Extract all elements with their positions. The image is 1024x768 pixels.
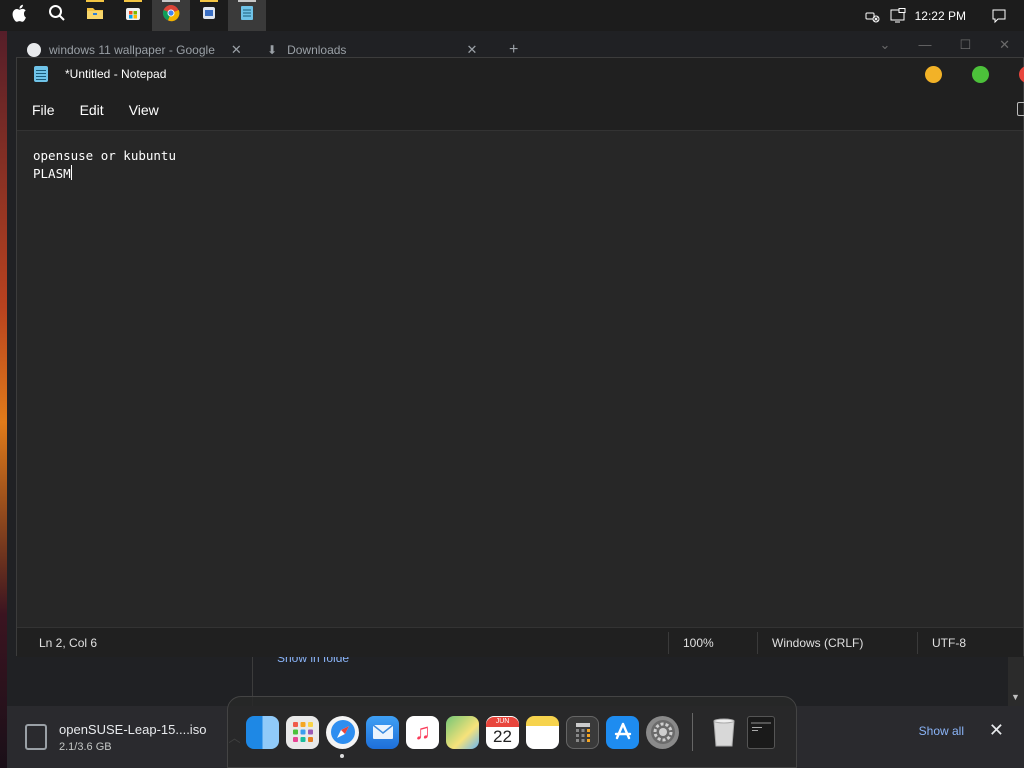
finder-icon[interactable] <box>246 715 279 749</box>
app-store-icon[interactable] <box>606 715 639 749</box>
maps-icon[interactable] <box>446 715 479 749</box>
search-button[interactable] <box>38 0 76 31</box>
menu-view[interactable]: View <box>129 102 159 118</box>
divider <box>668 632 669 654</box>
text-editor[interactable]: opensuse or kubuntu PLASM <box>17 130 1023 627</box>
title-bar[interactable]: *Untitled - Notepad <box>17 58 1024 90</box>
google-icon <box>27 43 41 57</box>
system-tray: 12:22 PM <box>855 0 1024 31</box>
zoom-level[interactable]: 100% <box>683 636 714 650</box>
settings-icon[interactable] <box>1017 102 1024 116</box>
close-tab-icon[interactable]: ✕ <box>466 42 477 58</box>
launchpad-icon[interactable] <box>286 715 319 749</box>
safari-icon[interactable] <box>326 715 359 758</box>
search-icon <box>48 4 66 27</box>
show-all-link[interactable]: Show all <box>919 724 964 738</box>
network-icon[interactable] <box>863 7 881 25</box>
window-title: *Untitled - Notepad <box>65 67 167 81</box>
status-bar: Ln 2, Col 6 100% Windows (CRLF) UTF-8 <box>17 627 1023 657</box>
calendar-icon[interactable]: JUN 22 <box>486 715 519 749</box>
text-line: opensuse or kubuntu <box>33 148 176 163</box>
close-icon[interactable]: ✕ <box>989 720 1004 741</box>
file-explorer-button[interactable] <box>76 0 114 31</box>
system-preferences-icon[interactable] <box>646 715 679 749</box>
notepad-icon <box>240 5 254 26</box>
running-indicator <box>200 0 218 2</box>
close-icon[interactable]: ✕ <box>999 37 1010 53</box>
monitor-icon[interactable] <box>889 7 907 25</box>
minimize-button[interactable] <box>925 66 942 83</box>
running-indicator <box>86 0 104 2</box>
notepad-icon <box>34 66 48 82</box>
text-caret <box>70 165 72 180</box>
chevron-down-icon[interactable]: ⌄ <box>880 37 891 53</box>
apple-icon <box>11 4 27 27</box>
download-icon: ⬇ <box>267 43 278 57</box>
app-icon <box>201 5 217 26</box>
line-ending[interactable]: Windows (CRLF) <box>772 636 863 650</box>
notepad-window-thumbnail[interactable] <box>747 715 775 749</box>
chrome-button[interactable] <box>152 0 190 31</box>
apple-menu-button[interactable] <box>0 0 38 31</box>
mail-icon[interactable] <box>366 715 399 749</box>
scroll-down-icon[interactable]: ▼ <box>1011 692 1020 702</box>
store-button[interactable] <box>114 0 152 31</box>
running-indicator <box>124 0 142 2</box>
music-icon[interactable]: ♫ <box>406 715 439 749</box>
cursor-position: Ln 2, Col 6 <box>39 636 98 650</box>
close-button[interactable] <box>1019 66 1024 83</box>
text-line: PLASM <box>33 166 71 181</box>
encoding[interactable]: UTF-8 <box>932 636 966 650</box>
maximize-icon[interactable]: ☐ <box>959 37 971 53</box>
running-indicator <box>162 0 180 2</box>
running-indicator <box>238 0 256 2</box>
editor-content[interactable]: opensuse or kubuntu PLASM <box>33 147 176 183</box>
notepad-window: *Untitled - Notepad File Edit View opens… <box>16 57 1024 657</box>
calendar-day: 22 <box>493 727 512 746</box>
trash-icon[interactable] <box>707 716 740 749</box>
close-tab-icon[interactable]: ✕ <box>231 42 242 58</box>
menu-bar: File Edit View <box>17 90 1024 130</box>
divider <box>917 632 918 654</box>
notification-icon[interactable] <box>990 7 1008 25</box>
file-icon <box>25 724 47 750</box>
dock: ♫ JUN 22 <box>227 696 797 768</box>
app-button[interactable] <box>190 0 228 31</box>
calculator-icon[interactable] <box>566 715 599 749</box>
menu-file[interactable]: File <box>32 102 55 118</box>
menu-edit[interactable]: Edit <box>80 102 104 118</box>
maximize-button[interactable] <box>972 66 989 83</box>
folder-icon <box>86 5 104 26</box>
notes-icon[interactable] <box>526 715 559 749</box>
dock-divider <box>692 713 693 751</box>
store-icon <box>125 5 141 26</box>
running-indicator <box>340 753 344 758</box>
chrome-tab-label: windows 11 wallpaper - Google <box>49 43 215 57</box>
chrome-icon <box>162 4 180 27</box>
top-taskbar: 12:22 PM <box>0 0 1024 31</box>
minimize-icon[interactable]: — <box>918 37 931 53</box>
download-filename: openSUSE-Leap-15....iso <box>59 721 207 737</box>
chrome-tab-label: Downloads <box>287 43 347 57</box>
download-item[interactable]: openSUSE-Leap-15....iso 2.1/3.6 GB ︿ <box>25 722 240 753</box>
notepad-taskbar-button[interactable] <box>228 0 266 31</box>
chrome-window-controls: ⌄ — ☐ ✕ <box>880 37 1010 53</box>
calendar-month: JUN <box>486 717 519 727</box>
download-progress: 2.1/3.6 GB <box>59 740 112 753</box>
divider <box>757 632 758 654</box>
scrollbar[interactable]: ▼ <box>1008 651 1024 706</box>
clock[interactable]: 12:22 PM <box>915 9 966 23</box>
